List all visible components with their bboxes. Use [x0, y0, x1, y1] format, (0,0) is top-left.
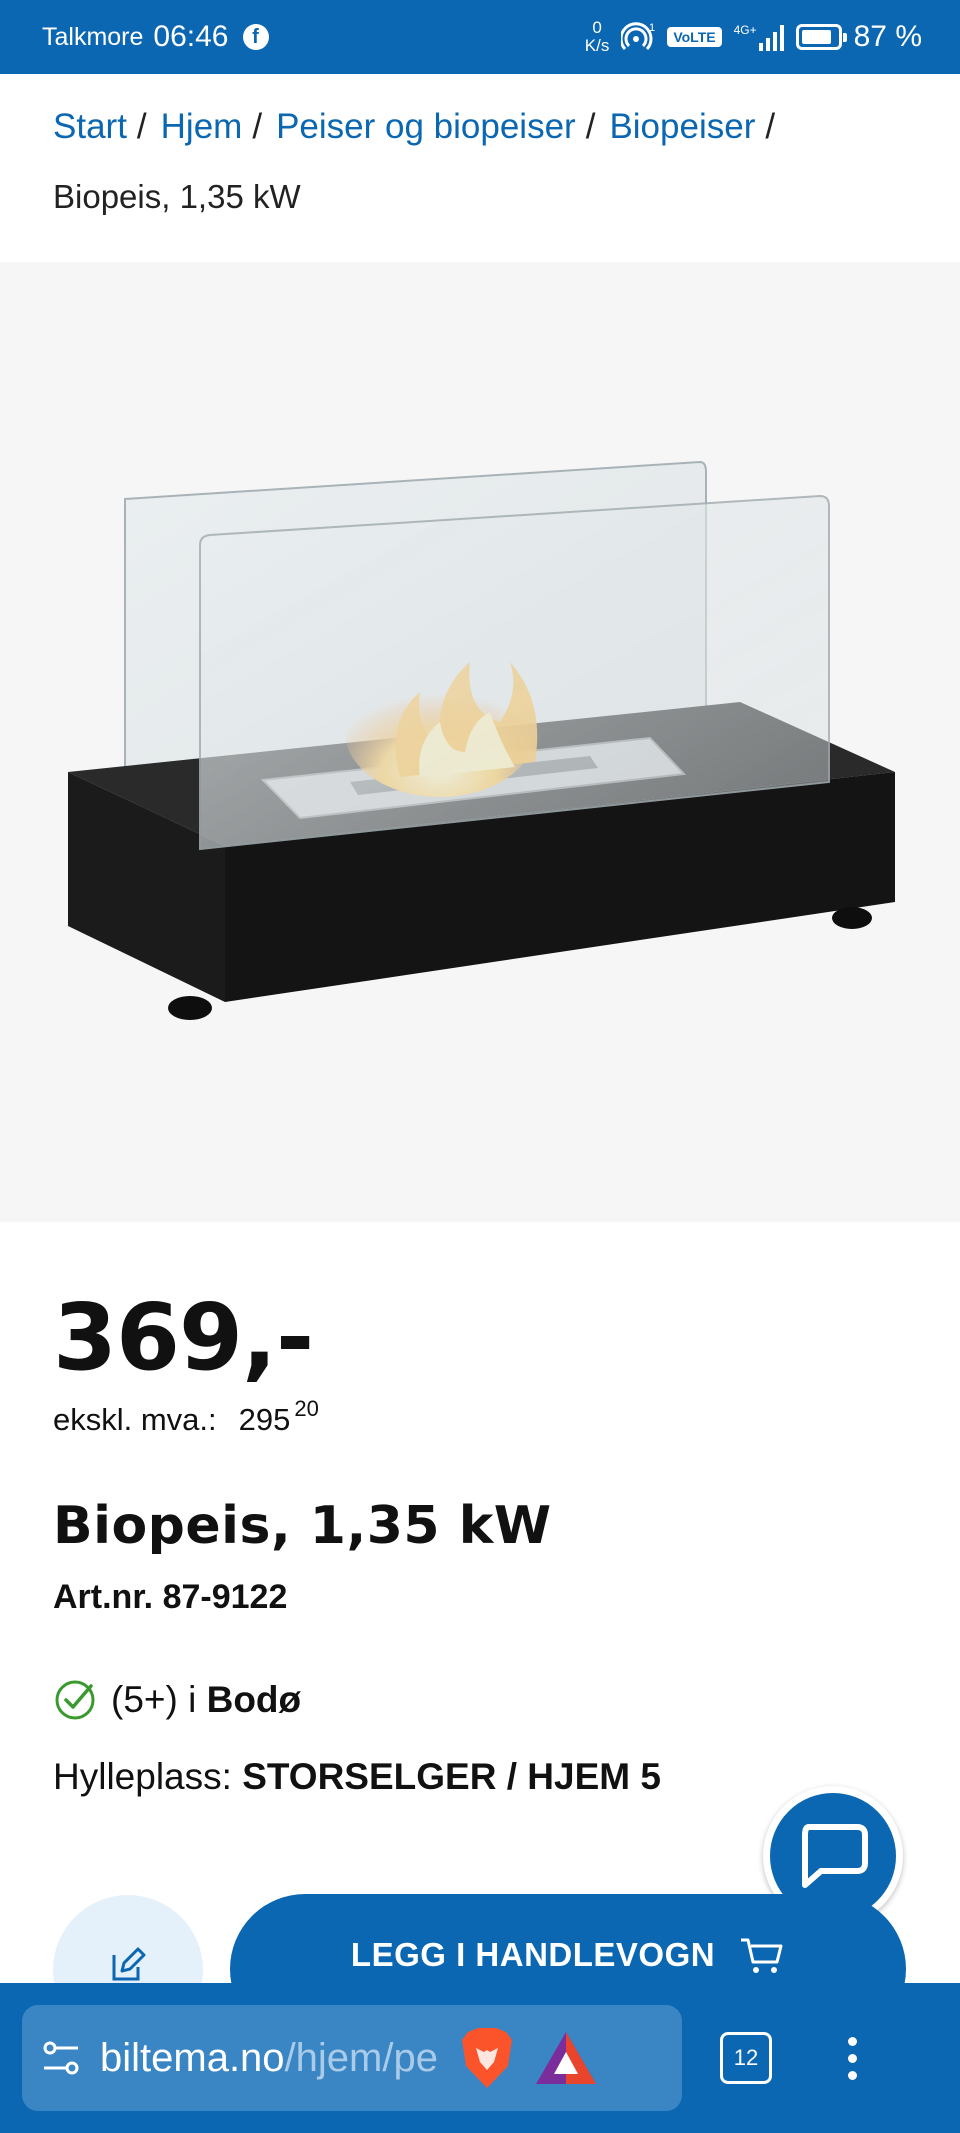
browser-toolbar: biltema.no/hjem/pe 12 [0, 1983, 960, 2133]
brave-rewards-icon[interactable] [534, 2030, 598, 2086]
signal-strength-icon [758, 23, 784, 51]
ex-vat-label: ekskl. mva.: [53, 1402, 217, 1437]
volte-badge: VoLTE [667, 27, 722, 47]
shelf-location: Hylleplass: STORSELGER / HJEM 5 [53, 1756, 661, 1798]
breadcrumb-biopeiser[interactable]: Biopeiser [609, 107, 755, 146]
product-title: Biopeis, 1,35 kW [53, 1496, 552, 1556]
network-speed-value: 0 [592, 18, 602, 37]
hotspot-icon: 1 [621, 22, 655, 51]
stock-count: (5+) i [111, 1679, 197, 1720]
shelf-label: Hylleplass: [53, 1756, 232, 1797]
article-number: Art.nr. 87-9122 [53, 1578, 288, 1616]
overflow-menu-icon[interactable] [848, 2036, 857, 2080]
price-ex-vat: ekskl. mva.: 295 20 [53, 1396, 319, 1438]
edit-list-icon [112, 1947, 146, 1981]
battery-percent: 87 % [853, 20, 922, 53]
network-speed: 0 K/s [585, 19, 610, 55]
breadcrumb-separator: / [252, 107, 263, 146]
url-path: /hjem/pe [284, 2035, 438, 2080]
url-text[interactable]: biltema.no/hjem/pe [100, 2036, 440, 2081]
breadcrumb-separator: / [585, 107, 596, 146]
breadcrumb-start[interactable]: Start [53, 107, 127, 146]
check-circle-icon [55, 1680, 95, 1720]
breadcrumb-separator: / [136, 107, 147, 146]
shelf-value: STORSELGER / HJEM 5 [242, 1756, 661, 1797]
status-bar: Talkmore 06:46 f 0 K/s 1 VoLTE 4G+ 87 % [0, 0, 960, 74]
brave-shields-icon[interactable] [458, 2026, 516, 2090]
product-image[interactable] [0, 262, 960, 1222]
ex-vat-decimals: 20 [294, 1396, 319, 1421]
url-domain: biltema.no [100, 2035, 285, 2080]
stock-store[interactable]: Bodø [207, 1679, 302, 1720]
bioethanol-fireplace-image [68, 460, 895, 1020]
svg-text:1: 1 [649, 22, 655, 34]
clock: 06:46 [153, 20, 229, 53]
product-price: 369,- [53, 1284, 314, 1391]
chat-bubble-icon [802, 1824, 868, 1888]
network-speed-unit: K/s [584, 36, 610, 55]
ex-vat-amount: 295 [238, 1402, 291, 1437]
breadcrumb: Start / Hjem / Peiser og biopeiser / Biopeiser… [53, 92, 923, 232]
tab-switcher-button[interactable]: 12 [720, 2032, 772, 2084]
add-to-cart-label: LEGG I HANDLEVOGN [350, 1936, 716, 1973]
breadcrumb-current: Biopeis, 1,35 kW [53, 178, 301, 215]
facebook-icon: f [242, 24, 269, 50]
carrier-name: Talkmore [42, 22, 144, 51]
battery-icon [795, 24, 847, 50]
breadcrumb-hjem[interactable]: Hjem [161, 107, 243, 146]
site-settings-icon[interactable] [40, 2037, 82, 2079]
network-type: 4G+ [733, 23, 757, 37]
cart-icon [741, 1938, 783, 1973]
address-bar[interactable]: biltema.no/hjem/pe [22, 2005, 682, 2111]
breadcrumb-peiser-og-biopeiser[interactable]: Peiser og biopeiser [276, 107, 576, 146]
breadcrumb-separator: / [765, 107, 776, 146]
stock-status[interactable]: (5+) i Bodø [53, 1678, 301, 1722]
